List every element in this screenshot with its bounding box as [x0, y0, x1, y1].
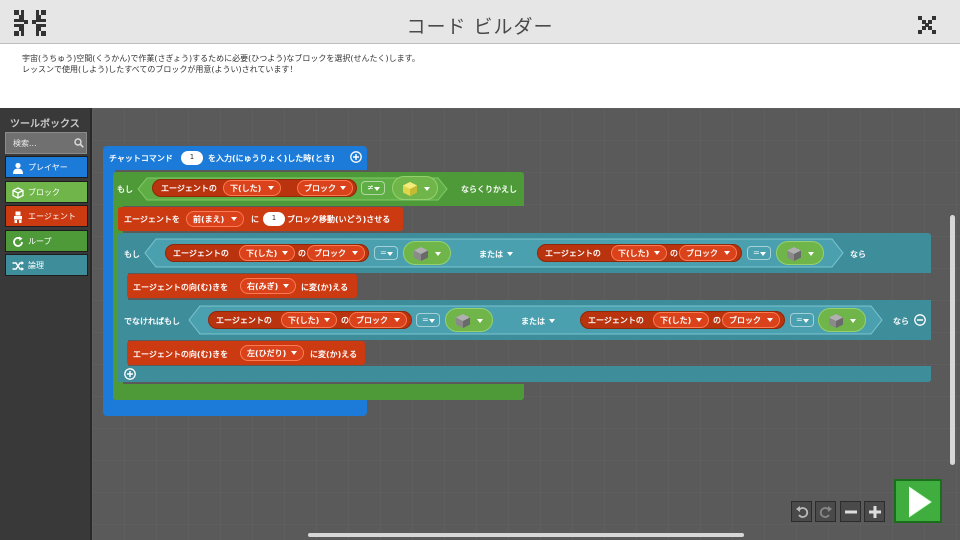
redo-button[interactable]	[815, 501, 836, 522]
zoom-out-button[interactable]	[840, 501, 861, 522]
category-label: エージェント	[28, 212, 76, 221]
add-circle-icon[interactable]	[124, 368, 136, 380]
turn-suffix: に変(か)える	[310, 350, 358, 359]
then-label: なら	[850, 250, 866, 259]
add-circle-icon[interactable]	[350, 151, 362, 163]
undo-icon	[796, 506, 809, 518]
direction-dropdown[interactable]: 下(した)	[653, 312, 709, 328]
turn-prefix: エージェントの向(む)きを	[133, 350, 229, 359]
chat-command-value[interactable]: 1	[181, 151, 203, 165]
turn-suffix: に変(か)える	[301, 283, 349, 292]
move-distance-value[interactable]: 1	[263, 212, 285, 226]
block-item-dropdown[interactable]	[818, 308, 866, 332]
if-keyword: もし	[124, 250, 140, 259]
cobblestone-block-icon	[787, 247, 801, 261]
property-dropdown[interactable]: ブロック	[307, 245, 365, 261]
shuffle-icon	[12, 261, 24, 271]
event-label: チャットコマンド	[109, 154, 173, 163]
undo-button[interactable]	[791, 501, 812, 522]
plus-icon	[869, 506, 881, 518]
block-item-dropdown[interactable]	[403, 241, 451, 265]
turn-direction-dropdown[interactable]: 左(ひだり)	[240, 345, 304, 361]
category-label: ループ	[28, 237, 52, 246]
instructions-panel: 宇宙(うちゅう)空間(くうかん)で作業(さぎょう)するために必要(ひつよう)なブ…	[0, 44, 960, 108]
move-ni: に	[251, 215, 259, 224]
property-dropdown[interactable]: ブロック	[349, 312, 407, 328]
elseif-keyword: でなければもし	[124, 317, 180, 326]
category-label: プレイヤー	[28, 163, 68, 172]
or-dropdown-caret[interactable]	[549, 319, 555, 323]
title-bar: コード ビルダー	[0, 0, 960, 44]
play-icon	[908, 486, 932, 518]
redo-icon	[819, 506, 832, 518]
move-direction-dropdown[interactable]: 前(まえ)	[186, 211, 244, 227]
category-player[interactable]: プレイヤー	[5, 156, 88, 178]
then-label: なら	[893, 317, 909, 326]
category-loop[interactable]: ループ	[5, 230, 88, 252]
agent-icon	[14, 211, 22, 223]
cobblestone-block-icon	[829, 314, 843, 328]
direction-dropdown[interactable]: 下(した)	[611, 245, 667, 261]
property-dropdown[interactable]: ブロック	[679, 245, 737, 261]
or-dropdown-caret[interactable]	[507, 252, 513, 256]
block-item-dropdown[interactable]	[392, 176, 438, 200]
direction-dropdown[interactable]: 下(した)	[239, 245, 295, 261]
event-suffix: を入力(にゅうりょく)した時(とき)	[208, 154, 335, 163]
toolbox-title: ツールボックス	[10, 119, 80, 130]
or-label: または	[521, 317, 545, 326]
search-input[interactable]: 検索...	[5, 132, 87, 154]
operator-dropdown[interactable]: =	[416, 313, 440, 327]
category-blocks[interactable]: ブロック	[5, 181, 88, 203]
toolbox: ツールボックス 検索... プレイヤー ブロック エージェント ループ 論理	[0, 108, 92, 540]
loop-icon	[13, 236, 23, 247]
operator-dropdown[interactable]: ≠	[361, 181, 385, 195]
category-label: 論理	[28, 261, 44, 270]
instruction-line: レッスンで使用(しよう)したすべてのブロックが用意(ようい)されています！	[22, 65, 298, 74]
property-dropdown[interactable]: ブロック	[297, 180, 353, 196]
while-block-footer	[113, 384, 524, 400]
category-agent[interactable]: エージェント	[5, 205, 88, 227]
person-icon	[13, 162, 23, 174]
search-icon	[74, 138, 84, 148]
event-block-footer	[103, 400, 367, 416]
while-keyword: もし	[117, 185, 133, 194]
run-button[interactable]	[894, 479, 942, 523]
operator-dropdown[interactable]: =	[790, 313, 814, 327]
cobblestone-block-icon	[456, 314, 470, 328]
zoom-in-button[interactable]	[864, 501, 885, 522]
remove-circle-icon[interactable]	[914, 314, 926, 326]
while-suffix: ならくりかえし	[461, 185, 517, 194]
instruction-line: 宇宙(うちゅう)空間(くうかん)で作業(さぎょう)するために必要(ひつよう)なブ…	[22, 54, 420, 63]
move-prefix: エージェントを	[124, 215, 180, 224]
horizontal-scrollbar[interactable]	[308, 533, 744, 537]
cobblestone-block-icon	[414, 247, 428, 261]
category-label: ブロック	[28, 188, 60, 197]
search-placeholder: 検索...	[13, 139, 37, 148]
block-item-dropdown[interactable]	[776, 241, 824, 265]
sponge-block-icon	[403, 182, 417, 196]
vertical-scrollbar[interactable]	[950, 215, 955, 465]
window-title: コード ビルダー	[406, 16, 554, 38]
or-label: または	[479, 250, 503, 259]
direction-dropdown[interactable]: 下(した)	[281, 312, 337, 328]
turn-prefix: エージェントの向(む)きを	[133, 283, 229, 292]
minus-icon	[845, 510, 857, 514]
if-block-footer	[118, 366, 931, 382]
property-dropdown[interactable]: ブロック	[722, 312, 780, 328]
turn-direction-dropdown[interactable]: 右(みぎ)	[240, 278, 296, 294]
move-suffix: ブロック移動(いどう)させる	[287, 215, 391, 224]
block-item-dropdown[interactable]	[445, 308, 493, 332]
operator-dropdown[interactable]: =	[374, 246, 398, 260]
category-logic[interactable]: 論理	[5, 254, 88, 276]
direction-dropdown[interactable]: 下(した)	[223, 180, 281, 196]
cube-icon	[12, 187, 24, 199]
operator-dropdown[interactable]: =	[747, 246, 771, 260]
close-icon[interactable]	[916, 14, 938, 36]
